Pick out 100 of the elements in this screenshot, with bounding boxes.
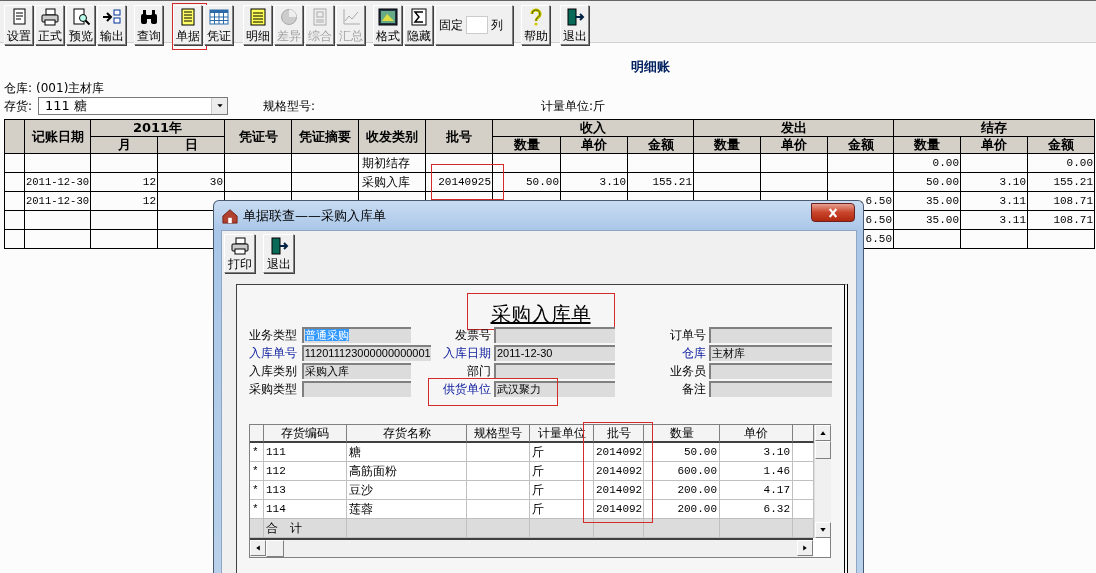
table-cell (694, 154, 761, 173)
toolbar-button[interactable]: 打印 (224, 234, 255, 273)
field-label: 业务员 (669, 362, 706, 380)
column-header: 收发类别 (359, 120, 426, 154)
input-field[interactable] (302, 381, 411, 397)
column-header: 存货名称 (347, 425, 467, 443)
item-select[interactable]: 111 糖 (38, 97, 229, 115)
table-cell (292, 154, 359, 173)
table-cell: 12 (91, 173, 158, 192)
item-label: 存货: (4, 97, 33, 115)
input-field[interactable]: 武汉聚力 (494, 381, 615, 397)
report-title: 明细账 (631, 59, 670, 74)
toolbar-button[interactable]: 格式 (373, 5, 402, 45)
scroll-right-button[interactable] (797, 540, 813, 556)
column-header: 日 (158, 137, 225, 154)
printer-icon (229, 237, 250, 255)
table-cell: 斤 (530, 443, 594, 462)
unit-value: 斤 (593, 97, 606, 115)
table-cell: 112 (264, 462, 347, 481)
scroll-thumb[interactable] (266, 540, 284, 557)
close-icon (826, 206, 840, 219)
toolbar-button[interactable]: 单据 (173, 5, 202, 45)
column-header: 数量 (894, 137, 961, 154)
toolbar-button[interactable]: 凭证 (204, 5, 233, 45)
toolbar-button[interactable]: 输出 (97, 5, 126, 45)
table-cell (793, 519, 814, 538)
input-field[interactable] (494, 327, 615, 343)
table-cell: 3.10 (720, 443, 793, 462)
input-field[interactable] (709, 381, 832, 397)
input-field[interactable] (709, 363, 832, 379)
column-group-header: 收入 (493, 120, 694, 137)
table-cell (530, 519, 594, 538)
table-cell: 2014092 (594, 481, 644, 500)
toolbar-button[interactable]: 明细 (243, 5, 272, 45)
scroll-thumb[interactable] (815, 441, 831, 459)
column-header: 数量 (694, 137, 761, 154)
field-label: 仓库 (681, 344, 706, 362)
column-header: 金额 (1028, 137, 1095, 154)
table-cell: 35.00 (894, 192, 961, 211)
field-label: 发票号 (454, 326, 491, 344)
column-group-header: 2011年 (91, 120, 225, 137)
columns-label: 列 (491, 16, 503, 34)
table-cell: 期初结存 (359, 154, 426, 173)
input-field[interactable] (466, 16, 488, 34)
table-cell: 豆沙 (347, 481, 467, 500)
toolbar-button[interactable]: 预览 (66, 5, 95, 45)
table-cell: 111 (264, 443, 347, 462)
field-label: 订单号 (669, 326, 706, 344)
toolbar-button[interactable]: 隐藏 (404, 5, 433, 45)
table-cell (594, 519, 644, 538)
input-field[interactable] (494, 363, 615, 379)
triangle-icon (819, 430, 827, 436)
column-header: 单价 (561, 137, 628, 154)
table-cell (91, 154, 158, 173)
input-field[interactable] (709, 327, 832, 343)
table-cell: 2011-12-30 (25, 192, 91, 211)
toolbar-button[interactable]: 帮助 (521, 5, 550, 45)
column-header: 记账日期 (25, 120, 91, 154)
scroll-left-button[interactable] (250, 540, 266, 556)
toolbar-button[interactable]: 查询 (134, 5, 163, 45)
table-cell: 155.21 (1028, 173, 1095, 192)
warehouse-label: 仓库: (4, 79, 33, 97)
exit-icon (564, 8, 585, 26)
table-cell (25, 154, 91, 173)
toolbar-button[interactable]: 退出 (263, 234, 294, 273)
window-title: 单据联查——采购入库单 (243, 206, 386, 225)
column-header: 单价 (720, 425, 793, 443)
close-button[interactable] (811, 203, 855, 222)
table-cell: 155.21 (628, 173, 694, 192)
table-cell (467, 462, 530, 481)
table-cell: 35.00 (894, 211, 961, 230)
pie-icon (278, 8, 299, 26)
column-header: 金额 (828, 137, 894, 154)
column-header: 凭证号 (225, 120, 292, 154)
table-cell: 4.17 (720, 481, 793, 500)
field-label: 部门 (466, 362, 491, 380)
toolbar-button[interactable]: 设置 (4, 5, 33, 45)
scroll-down-button[interactable] (815, 522, 831, 538)
input-field[interactable]: 主材库 (709, 345, 832, 361)
column-header: 批号 (594, 425, 644, 443)
field-label: 入库日期 (442, 344, 491, 362)
table-cell (894, 230, 961, 249)
table-cell: 20140925 (426, 173, 493, 192)
scroll-up-button[interactable] (815, 425, 831, 441)
scrollbar[interactable] (250, 538, 813, 557)
input-field[interactable]: 2011-12-30 (494, 345, 615, 361)
input-field[interactable]: 112011123000000000001 (301, 345, 431, 361)
toolbar-button[interactable]: 正式 (35, 5, 64, 45)
table-cell: 斤 (530, 481, 594, 500)
table-cell: 50.00 (493, 173, 561, 192)
table-cell: 2011-12-30 (25, 173, 91, 192)
table-cell: 3.10 (961, 173, 1028, 192)
table-cell (628, 154, 694, 173)
column-group-header: 发出 (694, 120, 894, 137)
table-cell (761, 154, 828, 173)
total-label: 合 计 (264, 519, 347, 538)
input-field[interactable]: 采购入库 (302, 363, 411, 379)
table-cell (961, 154, 1028, 173)
table-cell (1028, 230, 1095, 249)
toolbar-button[interactable]: 退出 (560, 5, 589, 45)
